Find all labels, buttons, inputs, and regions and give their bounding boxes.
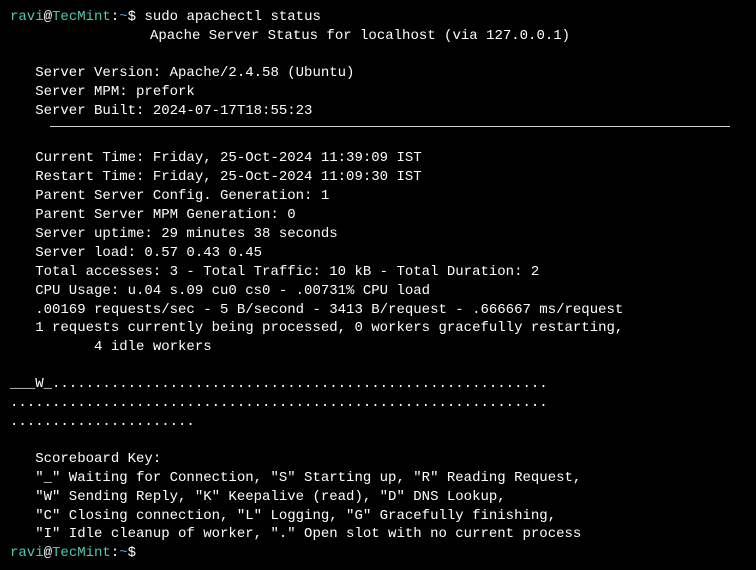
prompt-user: ravi (10, 545, 44, 561)
prompt-line-1[interactable]: ravi@TecMint:~$ sudo apachectl status (10, 8, 746, 27)
scoreboard-key-2: "W" Sending Reply, "K" Keepalive (read),… (10, 488, 746, 507)
prompt-path: ~ (119, 545, 127, 561)
workers-line1: 1 requests currently being processed, 0 … (10, 319, 746, 338)
prompt-at: @ (44, 545, 52, 561)
command-text: sudo apachectl status (144, 9, 320, 25)
server-version: Server Version: Apache/2.4.58 (Ubuntu) (10, 64, 746, 83)
blank-line (10, 46, 746, 64)
restart-time: Restart Time: Friday, 25-Oct-2024 11:09:… (10, 168, 746, 187)
parent-config: Parent Server Config. Generation: 1 (10, 187, 746, 206)
scoreboard-row2: ........................................… (10, 394, 746, 413)
server-load: Server load: 0.57 0.43 0.45 (10, 244, 746, 263)
total-traffic: Total accesses: 3 - Total Traffic: 10 kB… (10, 263, 746, 282)
prompt-dollar: $ (128, 545, 145, 561)
cpu-usage: CPU Usage: u.04 s.09 cu0 cs0 - .00731% C… (10, 282, 746, 301)
server-mpm: Server MPM: prefork (10, 83, 746, 102)
scoreboard-key-3: "C" Closing connection, "L" Logging, "G"… (10, 507, 746, 526)
current-time: Current Time: Friday, 25-Oct-2024 11:39:… (10, 149, 746, 168)
prompt-colon: : (111, 545, 119, 561)
prompt-at: @ (44, 9, 52, 25)
prompt-user: ravi (10, 9, 44, 25)
blank-line (10, 357, 746, 375)
scoreboard-key-header: Scoreboard Key: (10, 450, 746, 469)
blank-line (10, 131, 746, 149)
blank-line (10, 432, 746, 450)
requests-sec: .00169 requests/sec - 5 B/second - 3413 … (10, 301, 746, 320)
prompt-host: TecMint (52, 545, 111, 561)
scoreboard-key-1: "_" Waiting for Connection, "S" Starting… (10, 469, 746, 488)
scoreboard-row3: ...................... (10, 413, 746, 432)
scoreboard-row1: ___W_...................................… (10, 375, 746, 394)
prompt-host: TecMint (52, 9, 111, 25)
prompt-dollar: $ (128, 9, 145, 25)
prompt-colon: : (111, 9, 119, 25)
scoreboard-key-4: "I" Idle cleanup of worker, "." Open slo… (10, 525, 746, 544)
prompt-path: ~ (119, 9, 127, 25)
parent-mpm: Parent Server MPM Generation: 0 (10, 206, 746, 225)
workers-line2: 4 idle workers (10, 338, 746, 357)
divider (50, 126, 730, 127)
server-uptime: Server uptime: 29 minutes 38 seconds (10, 225, 746, 244)
status-header: Apache Server Status for localhost (via … (10, 27, 746, 46)
server-built: Server Built: 2024-07-17T18:55:23 (10, 102, 746, 121)
prompt-line-2[interactable]: ravi@TecMint:~$ (10, 544, 746, 563)
